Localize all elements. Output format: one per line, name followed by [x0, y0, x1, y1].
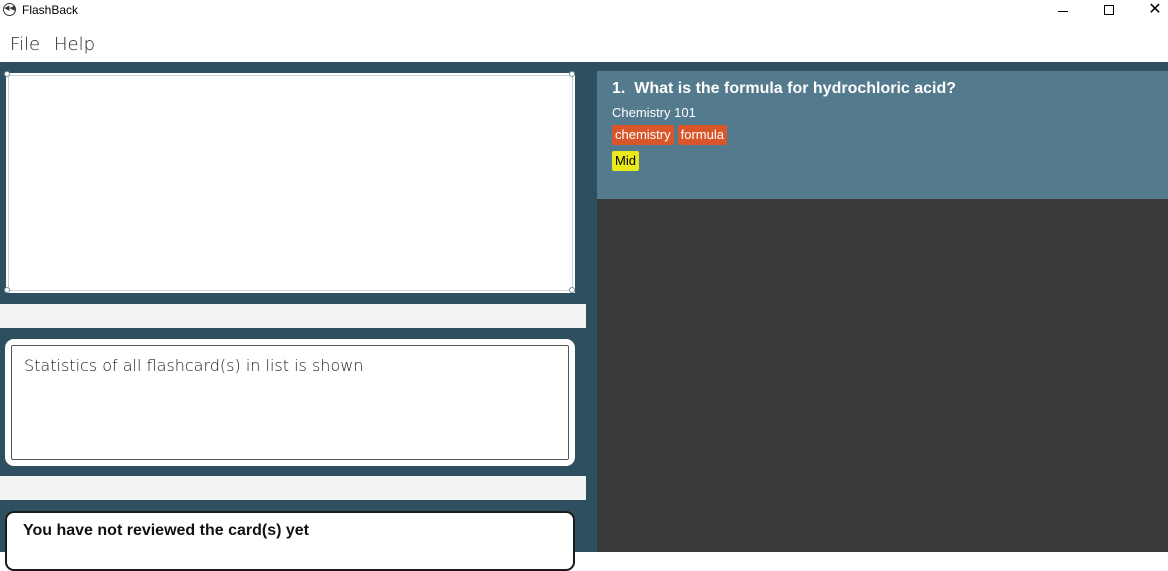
- minimize-button[interactable]: [1040, 0, 1086, 22]
- title-bar: ◀◀ FlashBack ✕: [0, 0, 1168, 22]
- menu-help[interactable]: Help: [54, 34, 95, 55]
- menu-file[interactable]: File: [10, 34, 40, 55]
- command-panel: [0, 62, 586, 304]
- result-panel: Statistics of all flashcard(s) in list i…: [0, 328, 586, 476]
- resize-handle: [569, 71, 575, 77]
- flashcard-item[interactable]: 1. What is the formula for hydrochloric …: [597, 71, 1168, 199]
- result-message: Statistics of all flashcard(s) in list i…: [24, 356, 364, 375]
- resize-handle: [4, 71, 10, 77]
- resize-handle: [4, 287, 10, 293]
- tag-chemistry: chemistry: [612, 125, 674, 145]
- window-title: FlashBack: [22, 3, 79, 17]
- tag-formula: formula: [677, 125, 727, 145]
- tag-list: chemistry formula: [612, 125, 731, 145]
- flashcard-category: Chemistry 101: [612, 105, 696, 120]
- result-text-area[interactable]: Statistics of all flashcard(s) in list i…: [11, 345, 569, 460]
- maximize-button[interactable]: [1086, 0, 1132, 22]
- flashcard-list[interactable]: 1. What is the formula for hydrochloric …: [597, 71, 1168, 552]
- command-input[interactable]: [6, 73, 575, 293]
- flashcard-question: 1. What is the formula for hydrochloric …: [612, 80, 957, 97]
- review-panel: You have not reviewed the card(s) yet: [0, 500, 586, 571]
- menu-bar: File Help: [0, 24, 1168, 62]
- close-button[interactable]: ✕: [1132, 0, 1168, 22]
- result-display: Statistics of all flashcard(s) in list i…: [5, 339, 575, 466]
- right-pane: 1. What is the formula for hydrochloric …: [586, 62, 1168, 552]
- review-status-text: You have not reviewed the card(s) yet: [23, 522, 310, 539]
- left-pane: Statistics of all flashcard(s) in list i…: [0, 62, 586, 571]
- resize-handle: [569, 287, 575, 293]
- difficulty-badge: Mid: [612, 151, 639, 171]
- app-rewind-icon: ◀◀: [3, 3, 16, 16]
- review-status-box: You have not reviewed the card(s) yet: [5, 511, 575, 571]
